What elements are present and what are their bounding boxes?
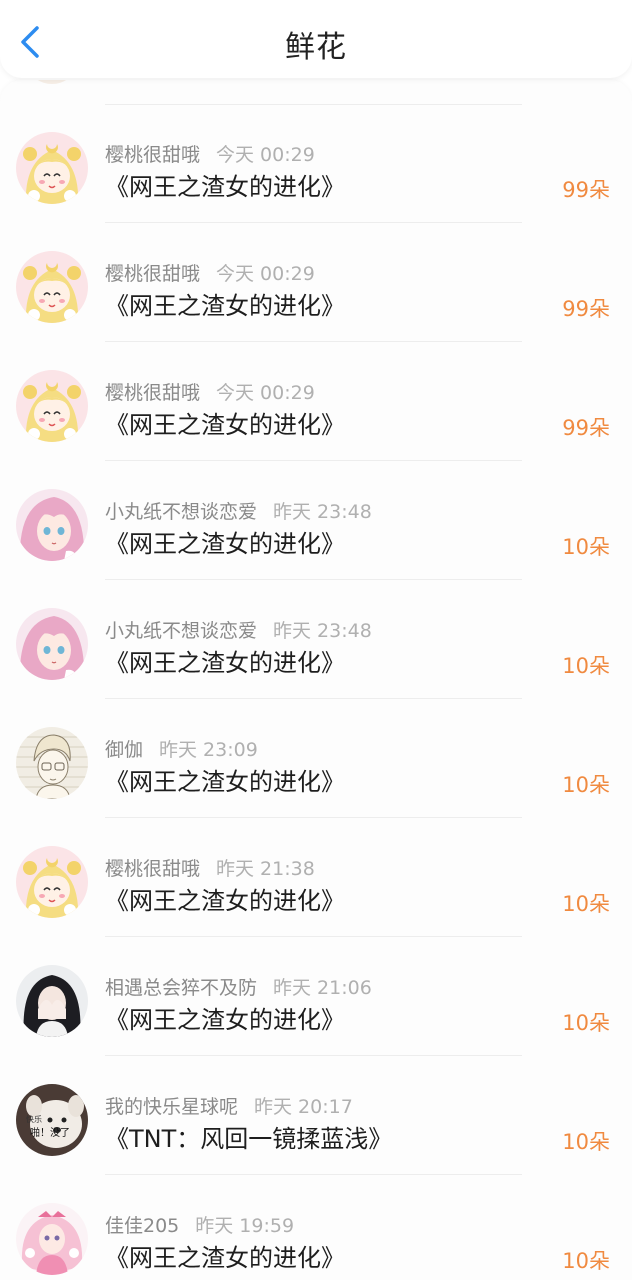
sender-name[interactable]: 樱桃很甜哦 (105, 382, 200, 404)
sender-meta: 樱桃很甜哦 今天 00:29 (105, 140, 315, 167)
sender-meta: 樱桃很甜哦 今天 00:29 (105, 259, 315, 286)
work-title[interactable]: 《网王之渣女的进化》 (105, 762, 345, 797)
flower-count: 10朵 (562, 654, 610, 678)
work-title[interactable]: 《网王之渣女的进化》 (105, 643, 345, 678)
list-item[interactable]: 相遇总会猝不及防 昨天 21:06 《网王之渣女的进化》 10朵 (0, 937, 632, 1056)
avatar[interactable] (16, 132, 88, 204)
page-title: 鲜花 (285, 30, 347, 65)
flower-count: 10朵 (562, 892, 610, 916)
flower-count: 10朵 (562, 1130, 610, 1154)
avatar[interactable] (16, 1203, 88, 1275)
send-time: 今天 00:29 (216, 382, 315, 404)
send-time: 昨天 23:48 (273, 501, 372, 523)
avatar[interactable] (16, 1084, 88, 1156)
avatar[interactable] (16, 608, 88, 680)
avatar[interactable] (16, 251, 88, 323)
flower-count: 10朵 (562, 773, 610, 797)
flower-count: 10朵 (562, 1249, 610, 1273)
work-title[interactable]: 《网王之渣女的进化》 (105, 524, 345, 559)
sender-meta: 御伽 昨天 23:09 (105, 735, 258, 762)
send-time: 昨天 23:48 (273, 620, 372, 642)
sender-meta: 佳佳205 昨天 19:59 (105, 1211, 294, 1238)
list-item[interactable]: 御伽 昨天 23:09 《网王之渣女的进化》 10朵 (0, 699, 632, 818)
flower-count: 10朵 (562, 1011, 610, 1035)
flower-count: 10朵 (562, 535, 610, 559)
avatar[interactable] (16, 489, 88, 561)
sender-name[interactable]: 佳佳205 (105, 1215, 179, 1237)
sender-name[interactable]: 我的快乐星球呢 (105, 1096, 238, 1118)
top-bar: 鲜花 (0, 0, 632, 78)
work-title[interactable]: 《网王之渣女的进化》 (105, 1238, 345, 1273)
send-time: 昨天 19:59 (195, 1215, 295, 1237)
sender-meta: 樱桃很甜哦 昨天 21:38 (105, 854, 315, 881)
work-title[interactable]: 《网王之渣女的进化》 (105, 405, 345, 440)
list-item[interactable]: 小丸纸不想谈恋爱 昨天 23:48 《网王之渣女的进化》 10朵 (0, 580, 632, 699)
work-title[interactable]: 《TNT：风回一镜揉蓝浅》 (105, 1119, 392, 1154)
send-time: 今天 00:29 (216, 144, 315, 166)
sender-name[interactable]: 御伽 (105, 739, 143, 761)
flower-count: 99朵 (562, 416, 610, 440)
send-time: 今天 00:29 (216, 263, 315, 285)
avatar[interactable] (16, 370, 88, 442)
sender-meta: 小丸纸不想谈恋爱 昨天 23:48 (105, 497, 372, 524)
sender-name[interactable]: 樱桃很甜哦 (105, 858, 200, 880)
sender-name[interactable]: 樱桃很甜哦 (105, 263, 200, 285)
work-title[interactable]: 《网王之渣女的进化》 (105, 167, 345, 202)
list-item[interactable]: 樱桃很甜哦 今天 00:29 《网王之渣女的进化》 99朵 (0, 342, 632, 461)
list-item[interactable]: 小丸纸不想谈恋爱 昨天 23:48 《网王之渣女的进化》 10朵 (0, 461, 632, 580)
flower-list[interactable]: 樱桃很甜哦 今天 00:29 《网王之渣女的进化》 99朵 樱桃很甜哦 今天 00:29 《… (0, 80, 632, 1280)
list-item[interactable]: 樱桃很甜哦 今天 00:29 《网王之渣女的进化》 99朵 (0, 104, 632, 223)
send-time: 昨天 21:38 (216, 858, 315, 880)
sender-meta: 小丸纸不想谈恋爱 昨天 23:48 (105, 616, 372, 643)
avatar[interactable] (16, 965, 88, 1037)
sender-name[interactable]: 小丸纸不想谈恋爱 (105, 501, 257, 523)
list-item[interactable]: 樱桃很甜哦 今天 00:29 《网王之渣女的进化》 99朵 (0, 223, 632, 342)
sender-name[interactable]: 樱桃很甜哦 (105, 144, 200, 166)
send-time: 昨天 23:09 (159, 739, 258, 761)
avatar[interactable] (16, 846, 88, 918)
flower-count: 99朵 (562, 178, 610, 202)
work-title[interactable]: 《网王之渣女的进化》 (105, 1000, 345, 1035)
sender-meta: 樱桃很甜哦 今天 00:29 (105, 378, 315, 405)
work-title[interactable]: 《网王之渣女的进化》 (105, 286, 345, 321)
send-time: 昨天 20:17 (254, 1096, 353, 1118)
sender-meta: 相遇总会猝不及防 昨天 21:06 (105, 973, 372, 1000)
sender-name[interactable]: 小丸纸不想谈恋爱 (105, 620, 257, 642)
avatar (30, 80, 74, 84)
flower-count: 99朵 (562, 297, 610, 321)
work-title[interactable]: 《网王之渣女的进化》 (105, 881, 345, 916)
sender-meta: 我的快乐星球呢 昨天 20:17 (105, 1092, 353, 1119)
send-time: 昨天 21:06 (273, 977, 372, 999)
list-item[interactable]: 佳佳205 昨天 19:59 《网王之渣女的进化》 10朵 (0, 1175, 632, 1280)
sender-name[interactable]: 相遇总会猝不及防 (105, 977, 257, 999)
list-item[interactable]: 我的快乐星球呢 昨天 20:17 《TNT：风回一镜揉蓝浅》 10朵 (0, 1056, 632, 1175)
avatar[interactable] (16, 727, 88, 799)
list-item[interactable]: 樱桃很甜哦 昨天 21:38 《网王之渣女的进化》 10朵 (0, 818, 632, 937)
